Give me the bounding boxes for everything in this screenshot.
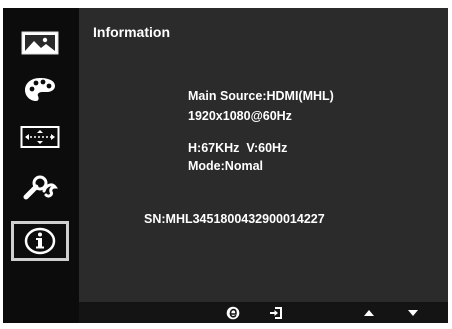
resolution-text: 1920x1080@60Hz [188,109,292,123]
button-bar [79,302,448,323]
down-button[interactable] [405,306,421,320]
input-source-button[interactable] [268,306,284,320]
settings-wrench-icon [23,175,58,199]
information-panel: Information Main Source:HDMI(MHL) 1920x1… [79,8,448,302]
down-arrow-icon [408,310,418,316]
e-key-button[interactable] [225,306,241,320]
information-icon [24,227,56,255]
sidebar-item-color[interactable] [11,71,69,108]
main-source-text: Main Source:HDMI(MHL) [188,89,334,103]
sidebar-item-picture[interactable] [11,24,69,61]
sidebar [3,8,79,323]
mode-text: Mode:Nomal [188,159,263,173]
picture-icon [21,31,59,54]
page-title: Information [93,24,170,40]
display-position-icon [20,125,60,148]
input-source-icon [270,307,282,319]
up-arrow-icon [364,310,374,316]
up-button[interactable] [361,306,377,320]
e-key-icon [226,306,240,320]
frequency-text: H:67KHz V:60Hz [188,141,288,155]
palette-icon [25,77,55,101]
sidebar-item-settings[interactable] [11,167,69,204]
sidebar-item-information[interactable] [11,221,69,261]
serial-number-text: SN:MHL3451800432900014227 [144,212,325,226]
sidebar-item-display[interactable] [11,118,69,155]
